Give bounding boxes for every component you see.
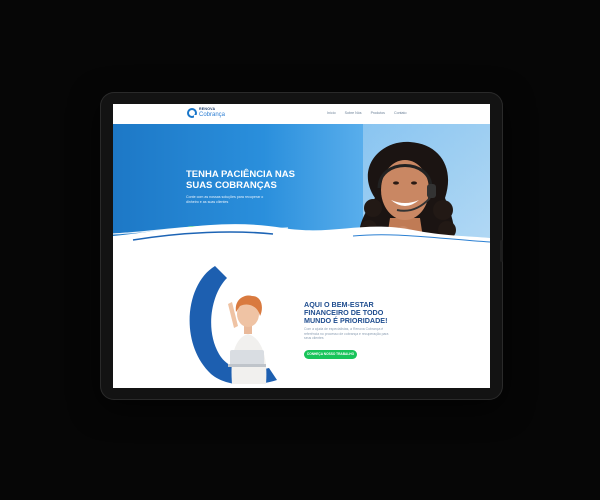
menu-item-contato[interactable]: Contato: [394, 111, 407, 115]
menu-item-inicio[interactable]: Início: [327, 111, 336, 115]
logo-bottom-text: Cobrança: [199, 111, 226, 118]
section-cta-button[interactable]: CONHEÇA NOSSO TRABALHO: [304, 350, 357, 359]
section-title: AQUI O BEM-ESTAR FINANCEIRO DE TODO MUND…: [304, 300, 388, 326]
tablet-side-button: [500, 240, 503, 262]
woman-laptop-image: [228, 295, 267, 384]
menu-item-produtos[interactable]: Produtos: [371, 111, 385, 115]
website-screen: RENOVA Cobrança Início Sobre Nós Produto…: [113, 104, 490, 388]
top-navbar: RENOVA Cobrança Início Sobre Nós Produto…: [113, 104, 490, 124]
section-text: Com a ajuda de especialistas, a Renova C…: [304, 327, 389, 341]
logo[interactable]: RENOVA Cobrança: [187, 108, 226, 119]
menu-item-sobre[interactable]: Sobre Nós: [345, 111, 362, 115]
hero-wave-divider: [113, 224, 490, 262]
hero-title: TENHA PACIÊNCIA NAS SUAS COBRANÇAS: [186, 169, 295, 191]
hero-subtitle: Conte com as nossas soluções para recupe…: [186, 195, 264, 204]
main-menu: Início Sobre Nós Produtos Contato: [327, 111, 407, 115]
logo-ring-icon: [187, 108, 198, 119]
